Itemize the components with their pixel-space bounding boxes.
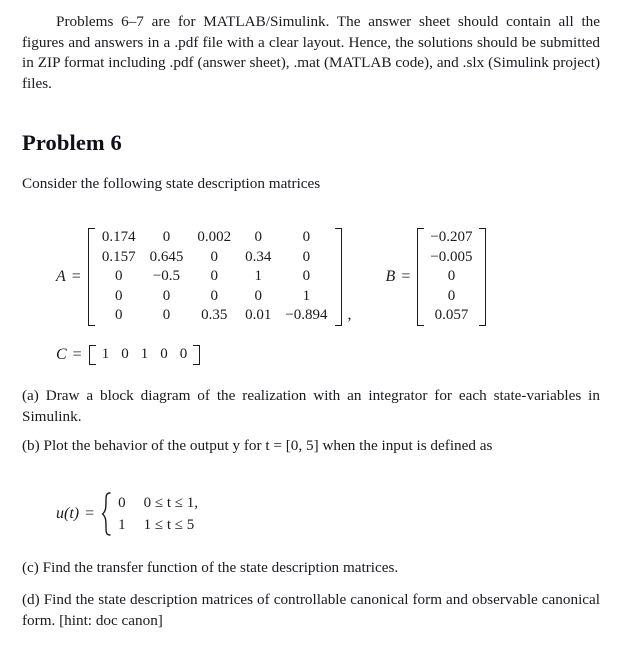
intro-paragraph-block: Problems 6–7 are for MATLAB/Simulink. Th… [22, 12, 600, 94]
matrix-cell: 0 [302, 268, 311, 285]
matrix-cell: 0 [447, 268, 456, 285]
matrix-cell: 0.34 [245, 248, 272, 265]
part-c-block: (c) Find the transfer function of the st… [22, 558, 600, 579]
matrix-cell: 0 [114, 268, 123, 285]
case-condition: 0 ≤ t ≤ 1, [143, 494, 199, 511]
matrix-a-label: A [56, 267, 66, 285]
part-d-block: (d) Find the state description matrices … [22, 590, 600, 631]
matrix-cell: −0.5 [152, 268, 181, 285]
matrix-cell: 0.002 [197, 229, 232, 245]
matrix-c-row: C = 1 0 1 0 0 [22, 345, 600, 365]
matrix-c-table: 1 0 1 0 0 [96, 345, 194, 365]
matrix-b-equals: = [401, 267, 411, 285]
matrix-row: 0.174 0 0.002 0 0 [95, 228, 335, 248]
matrix-cell: 0 [210, 287, 218, 304]
matrix-a-equals: = [71, 267, 81, 285]
matrix-cell: 0 [160, 346, 168, 362]
matrix-cell: 0 [254, 287, 262, 304]
matrix-a-b-row: A = 0.174 0 0.002 0 0 0.157 0.645 0 0.34… [22, 228, 600, 326]
matrix-cell: 0 [179, 346, 188, 362]
matrix-b-table: −0.207 −0.005 0 0 0.057 [424, 228, 478, 326]
matrix-cell: 1 [101, 346, 110, 362]
matrix-row: −0.207 [424, 228, 478, 248]
matrix-row: 0 0 0.35 0.01 −0.894 [95, 306, 335, 326]
matrix-cell: 1 [140, 346, 149, 362]
matrix-row: 0.157 0.645 0 0.34 0 [95, 248, 335, 268]
bracket-right-c [193, 345, 201, 365]
document-page: Problems 6–7 are for MATLAB/Simulink. Th… [0, 0, 622, 652]
matrix-row: 0 0 0 0 1 [95, 287, 335, 307]
matrix-cell: 0 [447, 287, 456, 304]
matrix-b-label: B [385, 267, 396, 285]
matrix-c-block: C = 1 0 1 0 0 [22, 345, 600, 365]
part-c-text: (c) Find the transfer function of the st… [22, 559, 399, 576]
section-heading-block: Problem 6 [22, 130, 600, 156]
page-title: Problem 6 [22, 130, 122, 155]
cases-table: 0 0 ≤ t ≤ 1, 1 1 ≤ t ≤ 5 [114, 492, 198, 536]
consider-line: Consider the following state description… [22, 175, 321, 192]
part-a-text: (a) Draw a block diagram of the realizat… [22, 387, 600, 425]
matrix-row: 0 [424, 267, 478, 287]
matrix-cell: 0 [121, 346, 129, 362]
matrix-cell: 0 [254, 229, 262, 245]
intro-paragraph: Problems 6–7 are for MATLAB/Simulink. Th… [22, 13, 600, 92]
matrix-cell: 0 [162, 229, 171, 245]
matrix-cell: 1 [254, 268, 262, 285]
matrix-row: 1 0 1 0 0 [96, 345, 194, 365]
matrix-c-equals: = [72, 345, 82, 363]
case-value: 1 [118, 516, 126, 533]
matrix-row: −0.005 [424, 248, 478, 268]
matrix-equation-block: A = 0.174 0 0.002 0 0 0.157 0.645 0 0.34… [22, 228, 600, 326]
matrix-cell: 0 [302, 248, 311, 265]
matrix-separator-comma: , [347, 305, 352, 323]
matrix-row: 0.057 [424, 306, 478, 326]
part-b-text: (b) Plot the behavior of the output y fo… [22, 437, 493, 454]
bracket-left-a [87, 228, 95, 326]
matrix-b: −0.207 −0.005 0 0 0.057 [417, 228, 486, 326]
cases-row: 1 1 ≤ t ≤ 5 [114, 514, 198, 536]
matrix-cell: −0.207 [430, 229, 473, 245]
bracket-right-a [334, 228, 342, 326]
matrix-cell: 0 [114, 287, 123, 304]
matrix-cell: 1 [302, 287, 311, 304]
matrix-cell: 0 [210, 248, 218, 265]
matrix-cell: 0.157 [101, 248, 136, 265]
piecewise-equation-block: u(t) = 0 0 ≤ t ≤ 1, 1 1 ≤ t ≤ 5 [22, 492, 600, 536]
matrix-cell: 0.01 [245, 307, 272, 324]
matrix-cell: 0.057 [434, 307, 469, 324]
part-a-block: (a) Draw a block diagram of the realizat… [22, 386, 600, 427]
matrix-c-label: C [56, 345, 67, 363]
consider-line-block: Consider the following state description… [22, 174, 600, 195]
bracket-right-b [478, 228, 486, 326]
matrix-cell: 0 [162, 307, 171, 324]
function-u-label: u(t) [56, 505, 80, 522]
bracket-left-b [417, 228, 425, 326]
function-u-equals: = [85, 505, 95, 522]
piecewise-row: u(t) = 0 0 ≤ t ≤ 1, 1 1 ≤ t ≤ 5 [22, 492, 600, 536]
case-value: 0 [118, 494, 126, 511]
left-curly-brace-icon [101, 492, 112, 536]
part-b-block: (b) Plot the behavior of the output y fo… [22, 436, 600, 457]
cases-row: 0 0 ≤ t ≤ 1, [114, 492, 198, 514]
matrix-cell: −0.005 [430, 248, 473, 265]
matrix-cell: 0 [302, 229, 311, 245]
matrix-a: 0.174 0 0.002 0 0 0.157 0.645 0 0.34 0 0… [87, 228, 342, 326]
bracket-left-c [88, 345, 96, 365]
matrix-row: 0 −0.5 0 1 0 [95, 267, 335, 287]
matrix-cell: 0 [114, 307, 123, 324]
matrix-cell: 0 [162, 287, 171, 304]
matrix-cell: 0.174 [101, 229, 136, 245]
cases-group: 0 0 ≤ t ≤ 1, 1 1 ≤ t ≤ 5 [101, 492, 198, 536]
matrix-cell: 0.35 [201, 307, 228, 324]
part-d-text: (d) Find the state description matrices … [22, 591, 600, 629]
case-condition: 1 ≤ t ≤ 5 [143, 516, 195, 533]
matrix-a-table: 0.174 0 0.002 0 0 0.157 0.645 0 0.34 0 0… [95, 228, 335, 326]
matrix-row: 0 [424, 287, 478, 307]
matrix-c: 1 0 1 0 0 [88, 345, 201, 365]
matrix-cell: −0.894 [285, 307, 328, 324]
matrix-cell: 0 [210, 268, 218, 285]
matrix-cell: 0.645 [149, 248, 184, 265]
